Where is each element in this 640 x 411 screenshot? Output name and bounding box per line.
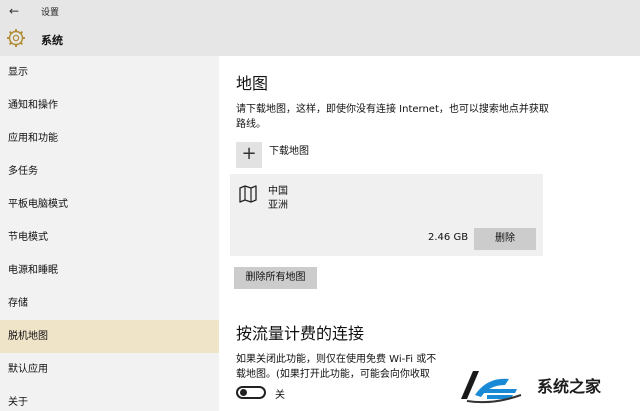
sidebar-item-notifications[interactable]: 通知和操作 (0, 89, 219, 122)
sidebar-item-default-apps[interactable]: 默认应用 (0, 353, 219, 386)
metered-connection-title: 按流量计费的连接 (236, 324, 365, 343)
map-region: 亚洲 (268, 200, 288, 211)
delete-all-maps-button[interactable]: 删除所有地图 (234, 267, 317, 289)
plus-icon: + (241, 143, 257, 164)
delete-map-button[interactable]: 删除 (474, 228, 536, 250)
header-title: 系统 (41, 34, 63, 47)
title-bar: ← 设置 (0, 0, 640, 22)
toggle-knob (240, 389, 247, 396)
sidebar-item-storage[interactable]: 存储 (0, 287, 219, 320)
map-item-card[interactable]: 中国 亚洲 2.46 GB 删除 (230, 174, 543, 256)
back-arrow-icon[interactable]: ← (6, 3, 22, 19)
download-maps-link[interactable]: 下载地图 (269, 142, 309, 157)
maps-title: 地图 (236, 74, 269, 93)
window-title: 设置 (41, 8, 60, 18)
sidebar-item-power-sleep[interactable]: 电源和睡眠 (0, 254, 219, 287)
watermark-logo-icon (461, 371, 522, 404)
metered-description-line-2: 载地图。(如果打开此功能，可能会向你收取 (236, 369, 430, 380)
metered-toggle[interactable] (236, 386, 266, 399)
sidebar-item-battery-saver[interactable]: 节电模式 (0, 221, 219, 254)
metered-description-line-1: 如果关闭此功能，则仅在使用免费 Wi-Fi 或不 (236, 354, 437, 365)
map-name: 中国 (268, 186, 288, 197)
sidebar-item-display[interactable]: 显示 (0, 56, 219, 89)
gear-icon (7, 29, 25, 47)
sidebar: 显示 通知和操作 应用和功能 多任务 平板电脑模式 节电模式 电源和睡眠 存储 … (0, 56, 219, 411)
sidebar-item-multitasking[interactable]: 多任务 (0, 155, 219, 188)
map-icon (239, 185, 257, 203)
metered-description: 如果关闭此功能，则仅在使用免费 Wi-Fi 或不 载地图。(如果打开此功能，可能… (236, 352, 446, 382)
add-map-button[interactable]: + (236, 142, 262, 168)
settings-header: 系统 (0, 22, 640, 56)
sidebar-item-apps[interactable]: 应用和功能 (0, 122, 219, 155)
watermark-text: 系统之家 (537, 377, 602, 396)
toggle-state-label: 关 (275, 390, 285, 401)
sidebar-item-offline-maps[interactable]: 脱机地图 (0, 320, 219, 353)
map-size: 2.46 GB (428, 232, 469, 243)
watermark: 系统之家 (449, 355, 640, 411)
maps-description: 请下载地图，这样，即使你没有连接 Internet，也可以搜索地点并获取路线。 (236, 104, 549, 130)
sidebar-item-about[interactable]: 关于 (0, 386, 219, 411)
sidebar-item-tablet-mode[interactable]: 平板电脑模式 (0, 188, 219, 221)
